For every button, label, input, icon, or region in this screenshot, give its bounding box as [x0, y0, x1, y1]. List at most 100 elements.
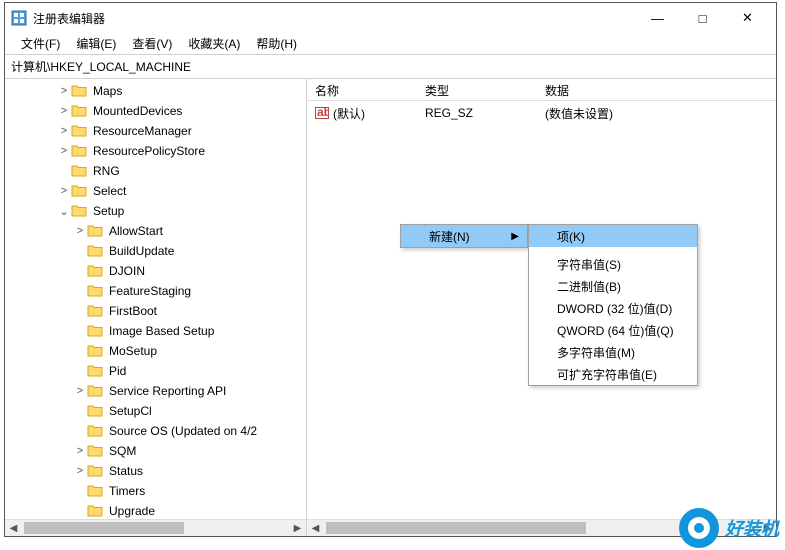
- tree-item-label: Status: [107, 464, 145, 478]
- minimize-button[interactable]: —: [635, 3, 680, 33]
- expand-icon[interactable]: >: [73, 225, 87, 237]
- col-type[interactable]: 类型: [417, 79, 537, 100]
- folder-icon: [87, 424, 103, 438]
- watermark-text: 好装机: [725, 515, 779, 541]
- scroll-right-icon[interactable]: ▶: [289, 520, 306, 536]
- tree-item[interactable]: >Timers: [9, 481, 306, 501]
- titlebar: 注册表编辑器 — □ ✕: [5, 3, 776, 33]
- expand-icon[interactable]: >: [57, 105, 71, 117]
- registry-editor-window: 注册表编辑器 — □ ✕ 文件(F) 编辑(E) 查看(V) 收藏夹(A) 帮助…: [4, 2, 777, 537]
- submenu-key[interactable]: 项(K): [529, 225, 697, 247]
- tree-item-label: FeatureStaging: [107, 284, 193, 298]
- expand-icon[interactable]: >: [57, 85, 71, 97]
- expand-icon[interactable]: >: [57, 185, 71, 197]
- menu-edit[interactable]: 编辑(E): [68, 33, 124, 54]
- watermark-logo-icon: [679, 508, 719, 548]
- folder-icon: [71, 144, 87, 158]
- tree-item-label: Pid: [107, 364, 128, 378]
- menu-help[interactable]: 帮助(H): [248, 33, 305, 54]
- scroll-thumb[interactable]: [326, 522, 586, 534]
- expand-icon[interactable]: >: [73, 385, 87, 397]
- tree-item[interactable]: > SQM: [9, 441, 306, 461]
- maximize-button[interactable]: □: [680, 3, 725, 33]
- tree-item-label: AllowStart: [107, 224, 165, 238]
- col-name[interactable]: 名称: [307, 79, 417, 100]
- tree-item-label: FirstBoot: [107, 304, 159, 318]
- value-data: (数值未设置): [537, 105, 737, 122]
- tree-item[interactable]: >Source OS (Updated on 4/2: [9, 421, 306, 441]
- tree-item[interactable]: >MoSetup: [9, 341, 306, 361]
- folder-icon: [71, 204, 87, 218]
- expand-icon[interactable]: >: [57, 145, 71, 157]
- tree-item-label: BuildUpdate: [107, 244, 176, 258]
- collapse-icon[interactable]: ⌄: [57, 205, 71, 218]
- string-value-icon: ab: [315, 106, 329, 120]
- tree-item[interactable]: > ResourceManager: [9, 121, 306, 141]
- tree-item[interactable]: >MountedDevices: [9, 101, 306, 121]
- expand-icon[interactable]: >: [57, 125, 71, 137]
- tree-item[interactable]: >Service Reporting API: [9, 381, 306, 401]
- folder-icon: [71, 104, 87, 118]
- tree-item[interactable]: >RNG: [9, 161, 306, 181]
- tree-item-label: ResourceManager: [91, 124, 194, 138]
- folder-icon: [87, 244, 103, 258]
- registry-tree[interactable]: >Maps>MountedDevices>ResourceManager>Res…: [5, 79, 306, 519]
- value-row[interactable]: ab (默认) REG_SZ (数值未设置): [307, 103, 776, 123]
- menu-view[interactable]: 查看(V): [124, 33, 180, 54]
- watermark: 好装机: [679, 508, 779, 548]
- submenu-binary[interactable]: 二进制值(B): [529, 275, 697, 297]
- content-area: >Maps>MountedDevices>ResourceManager>Res…: [5, 79, 776, 536]
- expand-icon[interactable]: >: [73, 465, 87, 477]
- submenu-qword[interactable]: QWORD (64 位)值(Q): [529, 319, 697, 341]
- submenu-expandstring[interactable]: 可扩充字符串值(E): [529, 363, 697, 385]
- tree-item-label: SQM: [107, 444, 138, 458]
- address-bar[interactable]: 计算机\HKEY_LOCAL_MACHINE: [5, 55, 776, 79]
- values-body[interactable]: ab (默认) REG_SZ (数值未设置): [307, 101, 776, 125]
- folder-icon: [87, 384, 103, 398]
- folder-icon: [87, 304, 103, 318]
- submenu-arrow-icon: ▶: [511, 231, 519, 242]
- tree-item[interactable]: >ResourcePolicyStore: [9, 141, 306, 161]
- tree-item[interactable]: >SetupCl: [9, 401, 306, 421]
- tree-item[interactable]: > Status: [9, 461, 306, 481]
- tree-item[interactable]: > Select: [9, 181, 306, 201]
- tree-item-label: Timers: [107, 484, 147, 498]
- menu-favorites[interactable]: 收藏夹(A): [180, 33, 248, 54]
- folder-icon: [71, 164, 87, 178]
- submenu-string[interactable]: 字符串值(S): [529, 253, 697, 275]
- scroll-thumb[interactable]: [24, 522, 184, 534]
- tree-item-label: RNG: [91, 164, 122, 178]
- tree-item[interactable]: >Upgrade: [9, 501, 306, 519]
- tree-item-label: Setup: [91, 204, 126, 218]
- tree-item[interactable]: >Pid: [9, 361, 306, 381]
- expand-icon[interactable]: >: [73, 445, 87, 457]
- tree-item[interactable]: >Image Based Setup: [9, 321, 306, 341]
- context-menu-new[interactable]: 新建(N) ▶: [401, 225, 527, 247]
- new-submenu: 项(K) 字符串值(S) 二进制值(B) DWORD (32 位)值(D) QW…: [528, 224, 698, 386]
- col-data[interactable]: 数据: [537, 79, 737, 100]
- scroll-left-icon[interactable]: ◀: [307, 520, 324, 536]
- menubar: 文件(F) 编辑(E) 查看(V) 收藏夹(A) 帮助(H): [5, 33, 776, 55]
- tree-hscrollbar[interactable]: ◀ ▶: [5, 519, 306, 536]
- context-menu: 新建(N) ▶: [400, 224, 528, 248]
- tree-item[interactable]: >FirstBoot: [9, 301, 306, 321]
- submenu-multistring[interactable]: 多字符串值(M): [529, 341, 697, 363]
- tree-item[interactable]: >Maps: [9, 81, 306, 101]
- tree-item-label: Select: [91, 184, 128, 198]
- tree-item-label: Source OS (Updated on 4/2: [107, 424, 259, 438]
- menu-file[interactable]: 文件(F): [13, 33, 68, 54]
- tree-item[interactable]: >BuildUpdate: [9, 241, 306, 261]
- tree-item[interactable]: > AllowStart: [9, 221, 306, 241]
- tree-item[interactable]: ⌄ Setup: [9, 201, 306, 221]
- tree-item[interactable]: >FeatureStaging: [9, 281, 306, 301]
- folder-icon: [87, 464, 103, 478]
- scroll-track[interactable]: [22, 520, 289, 536]
- tree-item-label: DJOIN: [107, 264, 147, 278]
- close-button[interactable]: ✕: [725, 3, 770, 33]
- tree-item[interactable]: >DJOIN: [9, 261, 306, 281]
- folder-icon: [87, 284, 103, 298]
- scroll-left-icon[interactable]: ◀: [5, 520, 22, 536]
- folder-icon: [87, 264, 103, 278]
- folder-icon: [87, 444, 103, 458]
- submenu-dword[interactable]: DWORD (32 位)值(D): [529, 297, 697, 319]
